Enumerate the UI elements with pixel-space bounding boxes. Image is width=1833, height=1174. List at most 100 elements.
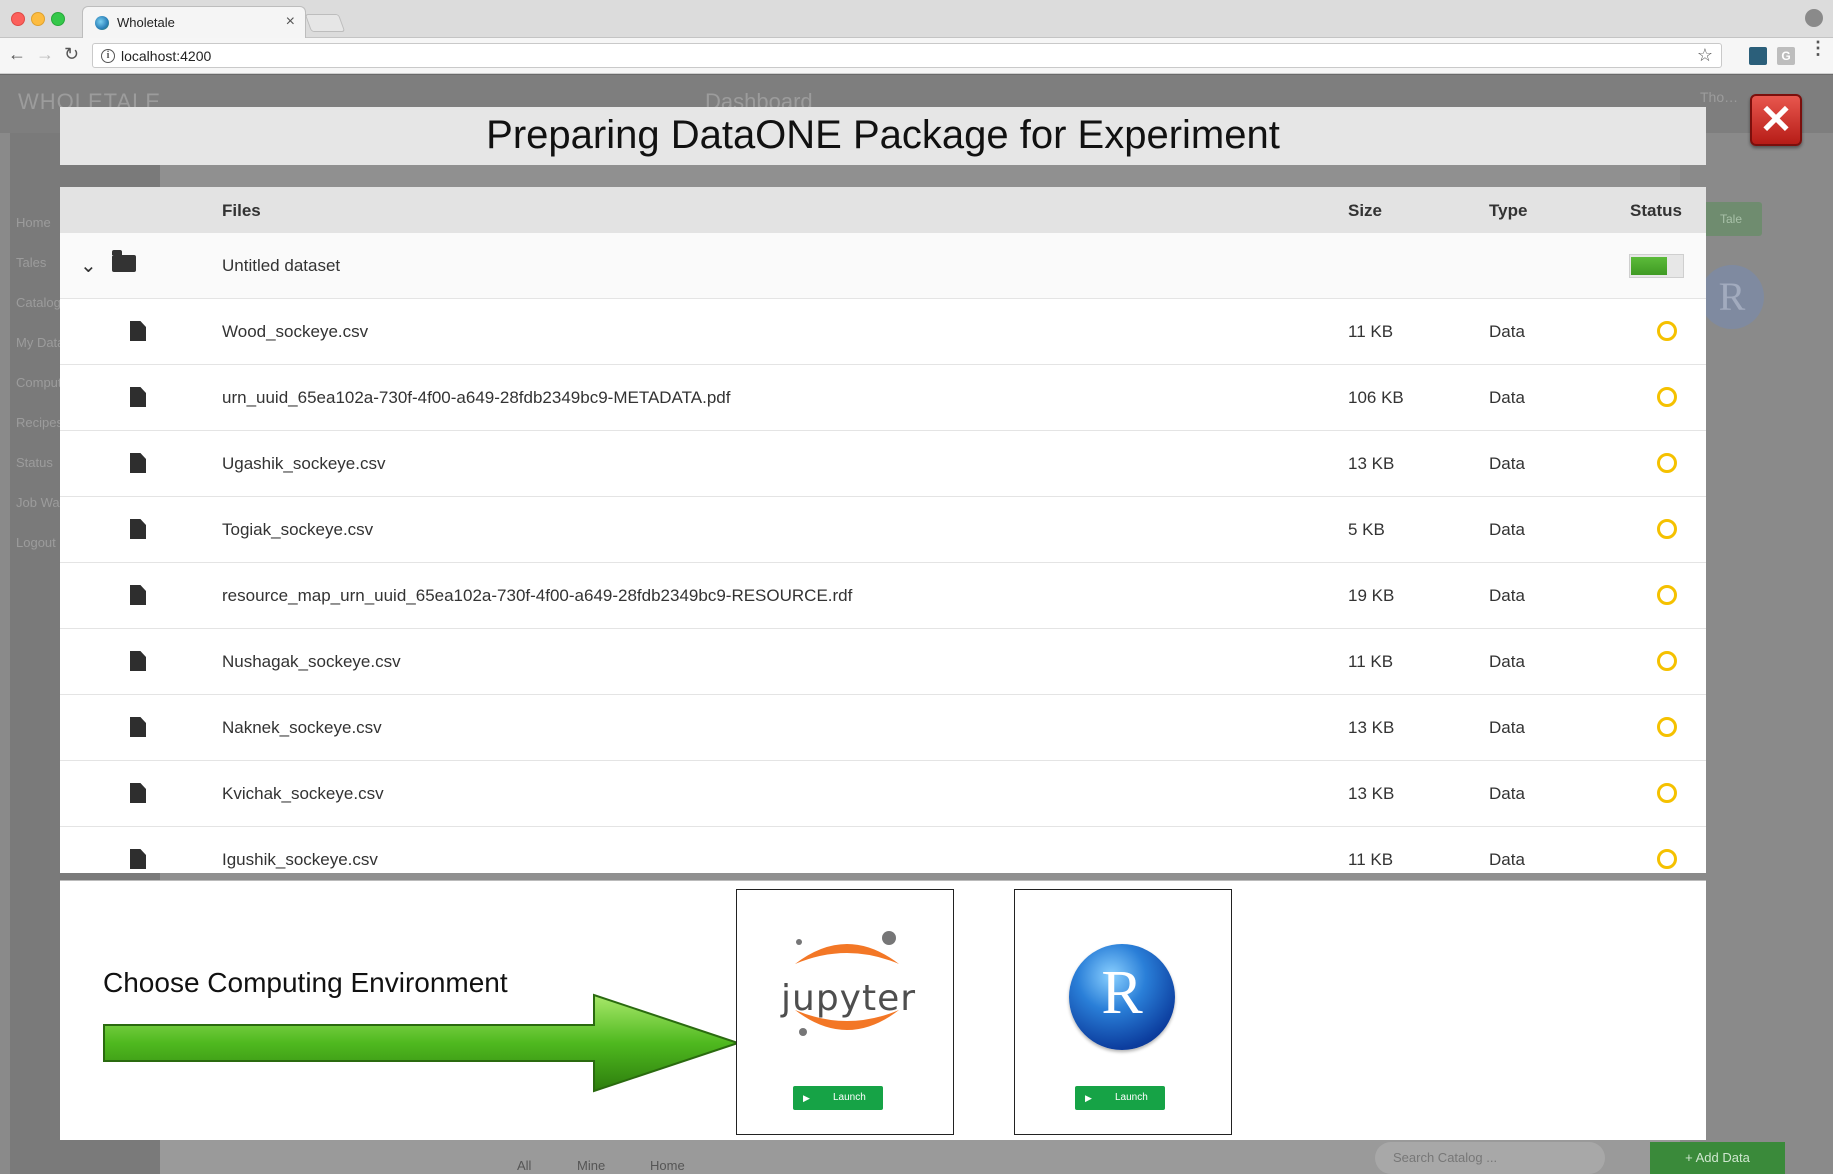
file-type: Data — [1489, 520, 1525, 539]
tab-close-icon[interactable]: × — [286, 13, 295, 31]
file-type: Data — [1489, 454, 1525, 473]
url-text[interactable]: localhost:4200 — [121, 48, 211, 64]
file-icon — [130, 321, 146, 341]
environment-panel: Choose Computing Environment jupyter ▶ L… — [60, 880, 1706, 1140]
tab-home: Home — [650, 1158, 685, 1173]
address-bar[interactable]: i localhost:4200 ☆ — [92, 43, 1722, 68]
launch-rstudio-button[interactable]: ▶ Launch — [1075, 1086, 1165, 1110]
file-size: 13 KB — [1348, 718, 1395, 737]
file-icon — [130, 585, 146, 605]
browser-menu-icon[interactable]: ⋮ — [1809, 39, 1827, 57]
file-type: Data — [1489, 322, 1525, 341]
status-pending-icon — [1657, 453, 1677, 473]
launch-label: Launch — [1115, 1092, 1148, 1103]
file-name: urn_uuid_65ea102a-730f-4f00-a649-28fdb23… — [222, 388, 731, 407]
file-row[interactable]: Nushagak_sockeye.csv 11 KB Data — [60, 629, 1706, 695]
window-minimize-button[interactable] — [31, 12, 45, 26]
page: Wholetale × ← → ↻ i localhost:4200 ☆ G ⋮… — [0, 0, 1833, 1174]
close-icon: ✕ — [1759, 98, 1793, 142]
file-size: 13 KB — [1348, 454, 1395, 473]
jupyter-logo-text: jupyter — [781, 978, 917, 1019]
chevron-down-icon[interactable]: ⌄ — [80, 253, 97, 278]
file-icon — [130, 783, 146, 803]
folder-name: Untitled dataset — [222, 256, 341, 275]
file-size: 11 KB — [1348, 322, 1394, 341]
file-icon — [130, 519, 146, 539]
sidebar-item: Tales — [16, 255, 47, 270]
file-row[interactable]: Wood_sockeye.csv 11 KB Data — [60, 299, 1706, 365]
status-pending-icon — [1657, 321, 1677, 341]
r-logo-letter: R — [1101, 959, 1143, 1027]
green-arrow-icon — [103, 993, 742, 1093]
file-icon — [130, 849, 146, 869]
play-icon: ▶ — [803, 1093, 810, 1103]
info-icon[interactable]: i — [101, 49, 115, 63]
file-type: Data — [1489, 850, 1525, 869]
file-list-panel: Files Size Type Status ⌄ Untitled datase… — [60, 187, 1706, 873]
back-icon[interactable]: ← — [8, 44, 26, 65]
play-icon: ▶ — [1085, 1093, 1092, 1103]
tab-title: Wholetale — [117, 15, 175, 30]
status-pending-icon — [1657, 783, 1677, 803]
file-row[interactable]: resource_map_urn_uuid_65ea102a-730f-4f00… — [60, 563, 1706, 629]
new-tale-button: Tale — [1700, 202, 1762, 236]
file-name: Ugashik_sockeye.csv — [222, 454, 386, 473]
profile-icon[interactable] — [1805, 9, 1823, 27]
file-type: Data — [1489, 586, 1525, 605]
file-row[interactable]: Naknek_sockeye.csv 13 KB Data — [60, 695, 1706, 761]
file-icon — [130, 453, 146, 473]
modal-title: Preparing DataONE Package for Experiment — [486, 113, 1280, 157]
status-pending-icon — [1657, 717, 1677, 737]
file-type: Data — [1489, 784, 1525, 803]
file-name: Naknek_sockeye.csv — [222, 718, 382, 737]
jupyter-environment-card[interactable]: jupyter ▶ Launch — [736, 889, 954, 1135]
file-icon — [130, 387, 146, 407]
file-icon — [130, 717, 146, 737]
file-row[interactable]: Ugashik_sockeye.csv 13 KB Data — [60, 431, 1706, 497]
file-row[interactable]: Kvichak_sockeye.csv 13 KB Data — [60, 761, 1706, 827]
window-zoom-button[interactable] — [51, 12, 65, 26]
file-row[interactable]: Togiak_sockeye.csv 5 KB Data — [60, 497, 1706, 563]
folder-open-icon — [112, 250, 136, 272]
file-type: Data — [1489, 388, 1525, 407]
browser-tab[interactable]: Wholetale × — [82, 6, 306, 39]
bookmark-star-icon[interactable]: ☆ — [1697, 45, 1713, 66]
rstudio-environment-card[interactable]: R ▶ Launch — [1014, 889, 1232, 1135]
forward-icon[interactable]: → — [36, 44, 54, 65]
progress-bar-fill — [1631, 257, 1667, 275]
folder-row[interactable]: ⌄ Untitled dataset — [60, 233, 1706, 299]
extension-icon[interactable] — [1749, 47, 1767, 65]
status-pending-icon — [1657, 585, 1677, 605]
file-size: 11 KB — [1348, 850, 1394, 869]
add-data-button: + Add Data — [1650, 1142, 1785, 1174]
column-header-type: Type — [1489, 201, 1528, 220]
file-type: Data — [1489, 652, 1525, 671]
status-pending-icon — [1657, 651, 1677, 671]
file-size: 106 KB — [1348, 388, 1404, 407]
sidebar-item: Status — [16, 455, 53, 470]
new-tab-button[interactable] — [304, 14, 346, 32]
reload-icon[interactable]: ↻ — [64, 44, 79, 65]
extension-g-icon[interactable]: G — [1777, 47, 1795, 65]
sidebar-item: Catalog — [16, 295, 61, 310]
tab-all: All — [517, 1158, 532, 1173]
browser-toolbar: ← → ↻ i localhost:4200 ☆ G ⋮ — [0, 38, 1833, 74]
browser-tab-bar: Wholetale × — [0, 0, 1833, 39]
r-logo-icon: R — [1700, 265, 1764, 329]
file-size: 5 KB — [1348, 520, 1385, 539]
file-name: Kvichak_sockeye.csv — [222, 784, 384, 803]
globe-icon — [95, 16, 109, 30]
file-row[interactable]: Igushik_sockeye.csv 11 KB Data — [60, 827, 1706, 873]
app-user: Tho… — [1700, 89, 1739, 105]
file-size: 13 KB — [1348, 784, 1395, 803]
file-name: resource_map_urn_uuid_65ea102a-730f-4f00… — [222, 586, 853, 605]
launch-jupyter-button[interactable]: ▶ Launch — [793, 1086, 883, 1110]
file-row[interactable]: urn_uuid_65ea102a-730f-4f00-a649-28fdb23… — [60, 365, 1706, 431]
modal-close-button[interactable]: ✕ — [1750, 94, 1802, 146]
file-name: Wood_sockeye.csv — [222, 322, 369, 341]
window-close-button[interactable] — [11, 12, 25, 26]
file-type: Data — [1489, 718, 1525, 737]
modal-title-bar: Preparing DataONE Package for Experiment — [60, 107, 1706, 165]
status-pending-icon — [1657, 387, 1677, 407]
column-header-size: Size — [1348, 201, 1383, 220]
